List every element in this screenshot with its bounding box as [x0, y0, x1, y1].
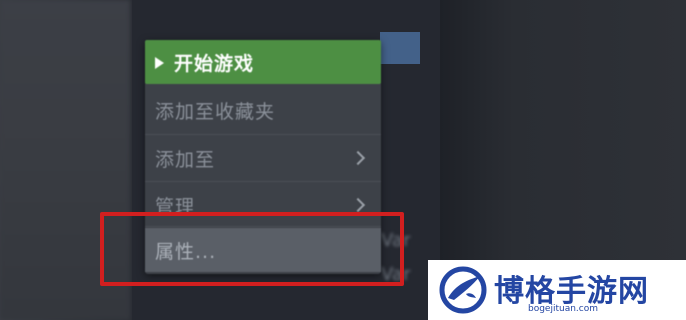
menu-item-label: 开始游戏: [174, 52, 255, 75]
menu-item-add-to-favorites[interactable]: 添加至收藏夹: [145, 88, 381, 132]
watermark-url: bogejituan.com: [528, 304, 599, 314]
play-icon: [155, 56, 164, 69]
chevron-right-icon: [350, 150, 366, 166]
annotation-highlight-box: [100, 212, 404, 286]
selected-game-highlight: [380, 32, 420, 64]
watermark-logo-icon: [439, 266, 487, 314]
menu-item-label: 添加至收藏夹: [155, 100, 276, 123]
menu-item-play-game[interactable]: 开始游戏: [145, 40, 381, 84]
chevron-right-icon: [350, 197, 366, 213]
menu-separator: [145, 134, 381, 135]
menu-item-add-to[interactable]: 添加至: [145, 136, 381, 180]
menu-item-label: 添加至: [155, 148, 216, 171]
watermark: 博格手游网 bogejituan.com: [428, 260, 686, 320]
menu-separator: [145, 181, 381, 182]
